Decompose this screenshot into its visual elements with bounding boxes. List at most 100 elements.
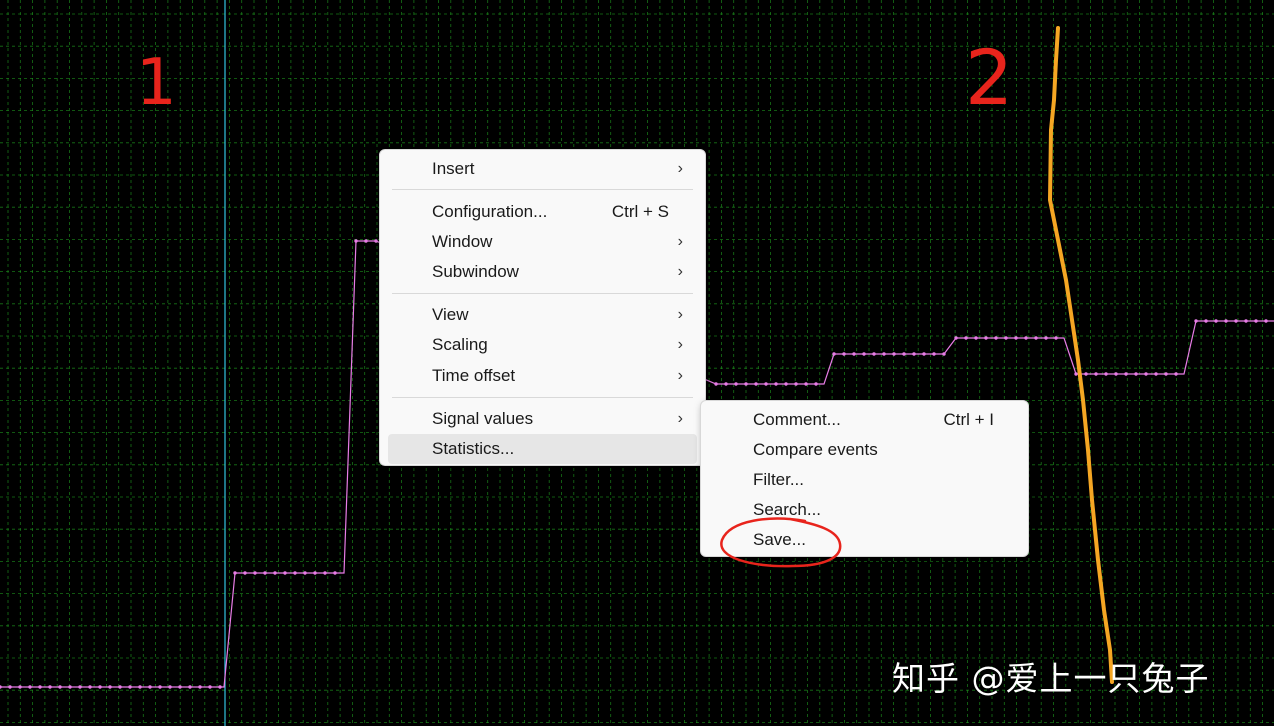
signal-sample-point (293, 571, 297, 575)
signal-sample-point (1004, 336, 1008, 340)
submenu-item-save[interactable]: Save... (709, 525, 1020, 555)
chevron-right-icon: › (677, 367, 683, 384)
menu-item-label: Search... (753, 500, 822, 519)
watermark: 知乎 @爱上一只兔子 (892, 659, 1210, 698)
signal-sample-point (1084, 372, 1088, 376)
signal-sample-point (0, 685, 2, 689)
signal-sample-point (354, 239, 358, 243)
chevron-right-icon: › (677, 306, 683, 323)
submenu-item-comment[interactable]: Comment... Ctrl + I (709, 405, 1020, 435)
signal-sample-point (48, 685, 52, 689)
signal-sample-point (218, 685, 222, 689)
signal-sample-point (198, 685, 202, 689)
submenu-item-filter[interactable]: Filter... (709, 465, 1020, 495)
signal-sample-point (832, 352, 836, 356)
signal-sample-point (208, 685, 212, 689)
signal-sample-point (18, 685, 22, 689)
menu-item-configuration[interactable]: Configuration... Ctrl + S (388, 197, 697, 227)
signal-sample-point (984, 336, 988, 340)
signal-sample-point (38, 685, 42, 689)
menu-item-label: Scaling (432, 335, 488, 354)
signal-sample-point (303, 571, 307, 575)
signal-sample-point (313, 571, 317, 575)
signal-sample-point (98, 685, 102, 689)
menu-item-label: View (432, 305, 469, 324)
signal-sample-point (1254, 319, 1258, 323)
signal-sample-point (168, 685, 172, 689)
signal-sample-point (1154, 372, 1158, 376)
signal-sample-point (1214, 319, 1218, 323)
signal-sample-point (942, 352, 946, 356)
signal-sample-point (1264, 319, 1268, 323)
signal-sample-point (58, 685, 62, 689)
signal-sample-point (108, 685, 112, 689)
signal-sample-point (852, 352, 856, 356)
signal-sample-point (188, 685, 192, 689)
signal-sample-point (804, 382, 808, 386)
signal-sample-point (1074, 372, 1078, 376)
signal-sample-point (364, 239, 368, 243)
menu-item-subwindow[interactable]: Subwindow › (388, 257, 697, 287)
signal-sample-point (932, 352, 936, 356)
signal-sample-point (128, 685, 132, 689)
signal-sample-point (283, 571, 287, 575)
signal-sample-point (734, 382, 738, 386)
menu-item-label: Subwindow (432, 262, 519, 281)
signal-sample-point (374, 239, 378, 243)
signal-sample-point (1174, 372, 1178, 376)
signal-sample-point (744, 382, 748, 386)
signal-sample-point (8, 685, 12, 689)
menu-separator (392, 293, 693, 294)
menu-item-label: Window (432, 232, 493, 251)
signal-sample-point (1094, 372, 1098, 376)
signal-sample-point (78, 685, 82, 689)
menu-item-scaling[interactable]: Scaling › (388, 330, 697, 360)
chevron-right-icon: › (677, 410, 683, 427)
menu-item-label: Comment... (753, 410, 841, 429)
signal-sample-point (794, 382, 798, 386)
submenu-item-search[interactable]: Search... (709, 495, 1020, 525)
signal-sample-point (784, 382, 788, 386)
menu-item-statistics[interactable]: Statistics... (388, 434, 697, 464)
signal-sample-point (872, 352, 876, 356)
chevron-right-icon: › (677, 336, 683, 353)
signal-sample-point (1204, 319, 1208, 323)
signal-sample-point (764, 382, 768, 386)
menu-item-label: Filter... (753, 470, 805, 489)
signal-sample-point (922, 352, 926, 356)
signal-sample-point (273, 571, 277, 575)
signal-sample-point (138, 685, 142, 689)
signal-sample-point (1244, 319, 1248, 323)
submenu-item-compare-events[interactable]: Compare events (709, 435, 1020, 465)
menu-item-time-offset[interactable]: Time offset › (388, 361, 697, 391)
signal-sample-point (814, 382, 818, 386)
chevron-right-icon: › (677, 263, 683, 280)
graphics-window[interactable]: Insert › Configuration... Ctrl + S Windo… (0, 0, 1274, 726)
chevron-right-icon: › (677, 160, 683, 177)
signal-sample-point (1224, 319, 1228, 323)
signal-sample-point (994, 336, 998, 340)
signal-sample-point (68, 685, 72, 689)
menu-item-shortcut: Ctrl + S (611, 202, 669, 221)
signal-sample-point (1054, 336, 1058, 340)
menu-item-signal-values[interactable]: Signal values › (388, 404, 697, 434)
menu-item-window[interactable]: Window › (388, 227, 697, 257)
chevron-right-icon: › (677, 233, 683, 250)
menu-item-view[interactable]: View › (388, 300, 697, 330)
signal-sample-point (158, 685, 162, 689)
menu-item-label: Signal values (432, 409, 534, 428)
statistics-submenu: Comment... Ctrl + I Compare events Filte… (700, 400, 1029, 557)
menu-item-label: Compare events (753, 440, 878, 459)
signal-sample-point (1134, 372, 1138, 376)
menu-item-insert[interactable]: Insert › (388, 154, 697, 184)
signal-sample-point (882, 352, 886, 356)
signal-sample-point (118, 685, 122, 689)
signal-sample-point (892, 352, 896, 356)
signal-sample-point (253, 571, 257, 575)
signal-sample-point (1194, 319, 1198, 323)
signal-sample-point (233, 571, 237, 575)
signal-sample-point (964, 336, 968, 340)
signal-sample-point (1104, 372, 1108, 376)
signal-sample-point (1114, 372, 1118, 376)
signal-sample-point (974, 336, 978, 340)
